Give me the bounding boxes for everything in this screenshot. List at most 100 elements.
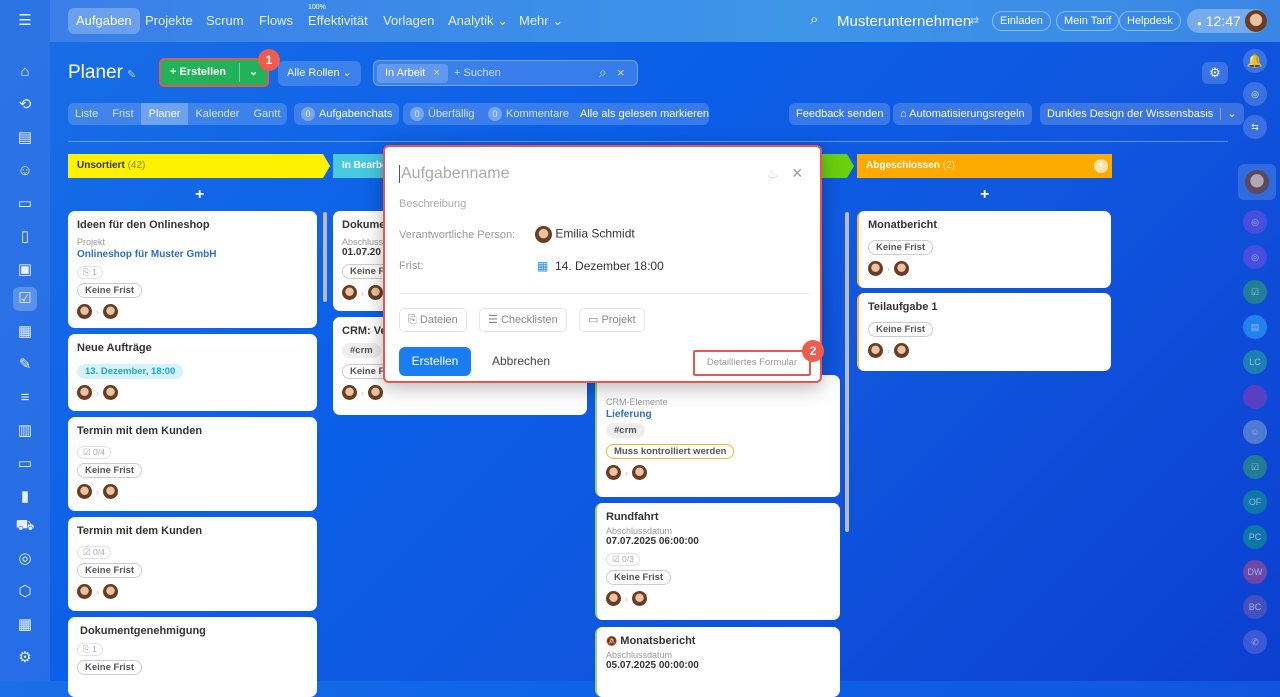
search-icon[interactable]: ⌕ (599, 64, 607, 81)
chat-message-icon[interactable]: ▤ (1243, 315, 1267, 339)
bell-icon[interactable]: 🔔 (1243, 49, 1267, 73)
tasks-icon[interactable]: ☑ (13, 287, 37, 311)
feed-icon[interactable]: ⟲ (13, 93, 37, 117)
tag[interactable]: #crm (606, 423, 645, 438)
chat-tasks-icon[interactable]: ☑ (1243, 280, 1267, 304)
chat-pc[interactable]: PC (1243, 525, 1267, 549)
user-avatar[interactable] (1245, 10, 1267, 32)
company-settings-icon[interactable]: ⇄ (970, 14, 979, 27)
filter-chip[interactable]: In Arbeit × (377, 64, 448, 83)
create-submit-button[interactable]: Erstellen (399, 347, 471, 376)
avatar[interactable] (77, 584, 92, 599)
chat-tasks-icon[interactable]: ☑ (1243, 455, 1267, 479)
deadline-badge[interactable]: Keine Frist (77, 563, 143, 578)
filter-icon[interactable]: ≡ (13, 386, 37, 410)
task-card[interactable]: Termin mit dem Kunden ☑ 0/4 Keine Frist … (68, 517, 317, 611)
checklists-button[interactable]: ☰ Checklisten (479, 308, 567, 332)
cancel-button[interactable]: Abbrechen (492, 354, 550, 368)
scrollbar[interactable] (845, 212, 849, 532)
deadline-badge[interactable]: 13. Dezember, 18:00 (77, 364, 184, 379)
task-card[interactable]: Rundfahrt Abschlussdatum 07.07.2025 06:0… (595, 503, 840, 620)
clear-icon[interactable]: × (617, 65, 625, 80)
create-button[interactable]: + Erstellen ⌄ (159, 58, 269, 87)
automation-button[interactable]: ⌂ Automatisierungsregeln (893, 103, 1032, 125)
chat-bc[interactable]: BC (1243, 595, 1267, 619)
avatar[interactable] (894, 261, 909, 276)
column-header-abgeschlossen[interactable]: Abgeschlossen (2) + (857, 154, 1112, 178)
avatar[interactable] (103, 385, 118, 400)
task-card[interactable]: 🔕 Monatsbericht Abschlussdatum 05.07.202… (595, 627, 840, 697)
nav-scrum[interactable]: Scrum (198, 8, 252, 34)
view-liste[interactable]: Liste (68, 103, 105, 125)
crm-link[interactable]: Lieferung (606, 409, 831, 420)
avatar[interactable] (868, 261, 883, 276)
detailed-form-link[interactable]: Detailliertes Formular (693, 350, 811, 376)
project-link[interactable]: Onlineshop für Muster GmbH (77, 249, 308, 260)
target-icon[interactable]: ◎ (13, 547, 37, 571)
task-card[interactable]: Monatbericht Keine Frist › (857, 211, 1111, 288)
analytics-icon[interactable]: ▮ (13, 485, 37, 509)
files-button[interactable]: ⎘ Dateien (399, 308, 467, 332)
avatar[interactable] (368, 285, 383, 300)
card-icon[interactable]: ▭ (13, 452, 37, 476)
nav-aufgaben[interactable]: Aufgaben (68, 8, 140, 34)
feedback-button[interactable]: Feedback senden (789, 103, 891, 125)
description-input[interactable]: Beschreibung (399, 198, 466, 210)
board-icon[interactable]: ▣ (13, 258, 37, 282)
chat-of[interactable]: OF (1243, 490, 1267, 514)
column-header-unsortiert[interactable]: Unsortiert (42) (68, 154, 330, 178)
chat-dw[interactable]: DW (1243, 560, 1267, 584)
comments-counter[interactable]: 0 Kommentare (481, 103, 576, 125)
chat-copilot-icon[interactable]: ◎ (1243, 210, 1267, 234)
task-name-input[interactable]: Aufgabenname (399, 165, 759, 183)
view-frist[interactable]: Frist (105, 103, 140, 125)
deadline-badge[interactable]: Keine Frist (868, 240, 934, 255)
view-kalender[interactable]: Kalender (188, 103, 246, 125)
deadline-badge[interactable]: Keine Frist (77, 283, 143, 298)
add-column-icon[interactable]: + (1094, 159, 1108, 173)
scrollbar[interactable] (323, 212, 327, 302)
group-chat-icon[interactable]: ☺ (1243, 420, 1267, 444)
settings-gear-icon[interactable]: ⚙ (1202, 62, 1228, 84)
cart-icon[interactable]: ⛟ (13, 514, 37, 538)
close-icon[interactable]: × (792, 163, 803, 184)
avatar[interactable] (606, 465, 621, 480)
overdue-counter[interactable]: 0 Überfällig (403, 103, 481, 125)
project-button[interactable]: ▭ Projekt (579, 308, 645, 332)
search-input[interactable]: + Suchen (454, 67, 501, 79)
docs-icon[interactable]: ▤ (13, 126, 37, 150)
task-card[interactable]: CRM-Elemente Lieferung #crm Muss kontrol… (595, 375, 840, 497)
menu-icon[interactable]: ☰ (13, 9, 37, 33)
sign-icon[interactable]: ✎ (13, 353, 37, 377)
add-task-icon[interactable]: + (980, 186, 989, 204)
avatar[interactable] (342, 285, 357, 300)
deadline-badge[interactable]: Keine Frist (606, 570, 672, 585)
tariff-button[interactable]: Mein Tarif (1056, 11, 1120, 31)
avatar[interactable] (103, 584, 118, 599)
view-planer[interactable]: Planer (140, 103, 189, 125)
pin-icon[interactable]: ✎ (127, 68, 136, 81)
design-dropdown[interactable]: Dunkles Design der Wissensbasis ⌄ (1040, 103, 1244, 125)
copilot-icon[interactable]: ◎ (1243, 82, 1267, 106)
inbox-icon[interactable]: ▭ (13, 192, 37, 216)
avatar[interactable] (606, 591, 621, 606)
calendar-icon[interactable]: ▦ (13, 320, 37, 344)
nav-flows[interactable]: Flows (251, 8, 301, 34)
chat-lc[interactable]: LC (1243, 350, 1267, 374)
responsible-person[interactable]: Emilia Schmidt (535, 226, 635, 243)
phone-icon[interactable]: ✆ (1243, 630, 1267, 654)
invite-button[interactable]: Einladen (992, 11, 1051, 31)
avatar[interactable] (77, 484, 92, 499)
chat-avatar-active[interactable] (1238, 164, 1276, 200)
remove-filter-icon[interactable]: × (433, 67, 439, 79)
avatar[interactable] (368, 385, 383, 400)
box-icon[interactable]: ⬡ (13, 580, 37, 604)
settings-icon[interactable]: ⚙ (13, 646, 37, 670)
nav-projekte[interactable]: Projekte (137, 8, 201, 34)
sync-icon[interactable]: ⇆ (1243, 115, 1267, 139)
store-icon[interactable]: ▥ (13, 419, 37, 443)
document-icon[interactable]: ▯ (13, 225, 37, 249)
status-badge[interactable]: Muss kontrolliert werden (606, 444, 735, 459)
flame-icon[interactable]: ♨ (767, 166, 779, 182)
schedule-icon[interactable]: ▦ (13, 613, 37, 637)
